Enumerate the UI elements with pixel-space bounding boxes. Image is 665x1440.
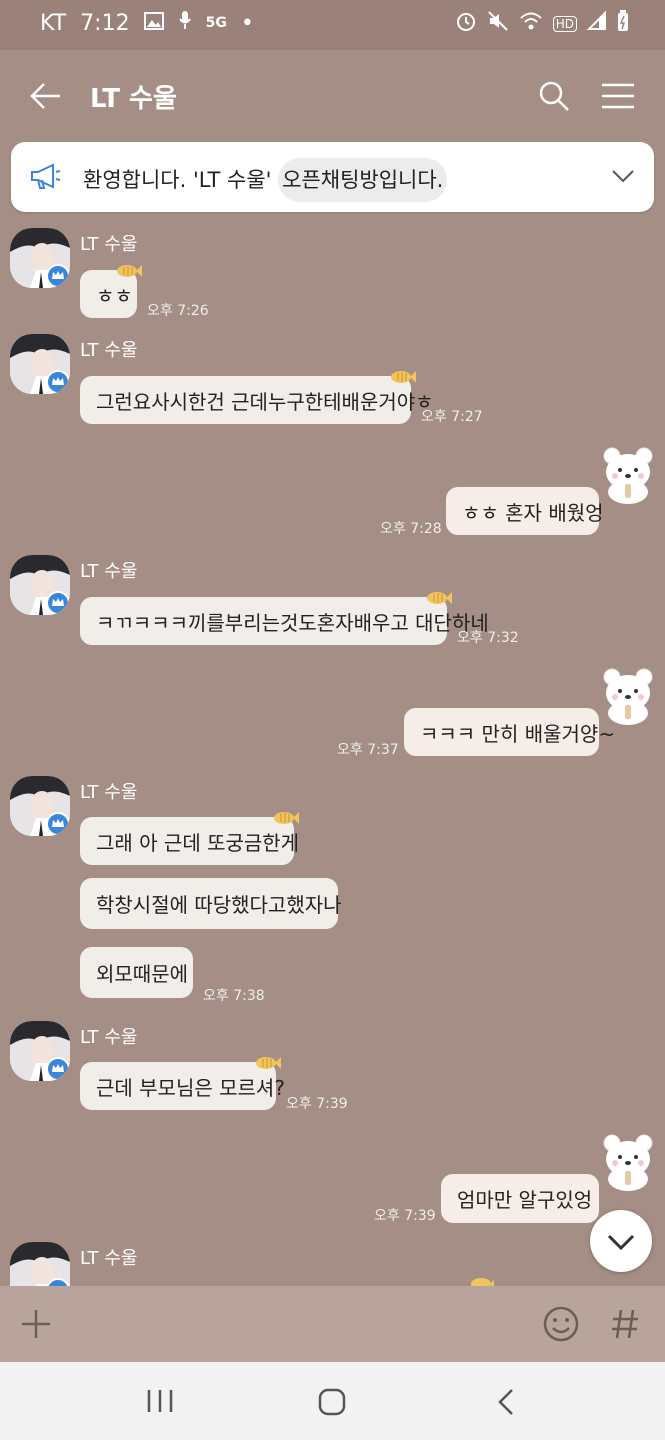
sender-name: LT 수울	[80, 234, 138, 255]
search-icon[interactable]	[538, 80, 570, 116]
megaphone-icon	[29, 162, 61, 194]
gallery-icon	[143, 11, 164, 36]
signal-icon	[586, 10, 607, 36]
recent-apps-icon[interactable]	[146, 1388, 174, 1418]
sender-name: LT 수울	[80, 1248, 138, 1269]
mic-icon	[178, 10, 192, 36]
message-bubble-outgoing[interactable]: ㅎㅎ 혼자 배웠엉	[446, 487, 604, 535]
message-time: 오후 7:28	[380, 521, 442, 537]
avatar[interactable]	[10, 555, 70, 615]
scroll-to-bottom-button[interactable]	[590, 1210, 652, 1272]
fish-sticker-icon	[426, 590, 452, 606]
bear-profile-icon[interactable]	[600, 444, 656, 504]
message-bubble-outgoing[interactable]: 엄마만 알구있엉	[441, 1174, 599, 1223]
message-bubble[interactable]: 외모때문에	[80, 947, 193, 998]
notice-text-pre: 환영합니다. 'LT 수울'	[83, 168, 279, 192]
message-bubble[interactable]: 근데 부모님은 모르셔?	[80, 1062, 285, 1110]
dot-icon: •	[240, 10, 254, 36]
avatar[interactable]	[10, 228, 70, 288]
emoji-icon[interactable]	[543, 1306, 579, 1346]
message-time: 오후 7:27	[421, 409, 483, 425]
notice-banner[interactable]: 환영합니다. 'LT 수울' 오픈채팅방입니다.	[11, 142, 654, 212]
message-input[interactable]	[118, 1298, 518, 1350]
message-time: 오후 7:26	[147, 303, 209, 319]
bear-profile-icon[interactable]	[600, 1131, 656, 1191]
home-icon[interactable]	[318, 1388, 346, 1420]
chevron-down-icon[interactable]	[611, 168, 635, 188]
menu-icon[interactable]	[601, 82, 635, 114]
sender-name: LT 수울	[80, 561, 138, 582]
avatar[interactable]	[10, 1242, 70, 1286]
mute-icon	[487, 10, 509, 37]
back-nav-icon[interactable]	[496, 1388, 516, 1420]
wifi-icon	[519, 11, 543, 36]
notice-text: 환영합니다. 'LT 수울' 오픈채팅방입니다.	[83, 158, 448, 202]
system-nav-bar	[0, 1362, 665, 1440]
sender-name: LT 수울	[80, 1027, 138, 1048]
hd-badge: HD	[552, 15, 577, 32]
carrier: KT	[40, 10, 67, 36]
bear-profile-icon[interactable]	[600, 665, 656, 725]
back-icon[interactable]	[28, 80, 62, 116]
message-bubble[interactable]: 학창시절에 따당했다고했자나	[80, 878, 342, 929]
fish-sticker-icon	[273, 810, 299, 826]
chat-title: LT 수울	[90, 84, 177, 114]
battery-icon	[617, 10, 629, 37]
message-bubble[interactable]: 그런요사시한건 근데누구한테배운거야ㅎ	[80, 376, 434, 424]
avatar[interactable]	[10, 334, 70, 394]
fish-sticker-icon	[470, 1276, 494, 1286]
fish-sticker-icon	[390, 369, 416, 385]
avatar[interactable]	[10, 1021, 70, 1081]
input-bar	[0, 1286, 665, 1362]
message-bubble-outgoing[interactable]: ㅋㅋㅋ 만히 배울거양~	[404, 708, 615, 756]
avatar[interactable]	[10, 776, 70, 836]
sender-name: LT 수울	[80, 782, 138, 803]
message-time: 오후 7:38	[203, 988, 265, 1004]
message-time: 오후 7:39	[286, 1096, 348, 1112]
hashtag-icon[interactable]	[611, 1308, 639, 1344]
plus-icon[interactable]	[20, 1308, 52, 1344]
fish-sticker-icon	[255, 1055, 281, 1071]
alarm-icon	[455, 10, 477, 37]
sender-name: LT 수울	[80, 340, 138, 361]
status-bar: KT 7:12 5G • HD	[0, 0, 665, 50]
fish-sticker-icon	[116, 263, 142, 279]
message-bubble[interactable]: 그래 아 근데 또궁금한게	[80, 817, 299, 865]
message-time: 오후 7:32	[457, 630, 519, 646]
message-time: 오후 7:37	[337, 742, 399, 758]
clock: 7:12	[80, 10, 130, 36]
network-type: 5G	[205, 15, 227, 31]
chevron-down-icon	[607, 1234, 635, 1251]
message-bubble[interactable]: ㅋㄲㅋㅋㅋ끼를부리는것도혼자배우고 대단하네	[80, 597, 489, 645]
notice-text-highlight: 오픈채팅방입니다.	[278, 158, 448, 202]
message-time: 오후 7:39	[374, 1208, 436, 1224]
